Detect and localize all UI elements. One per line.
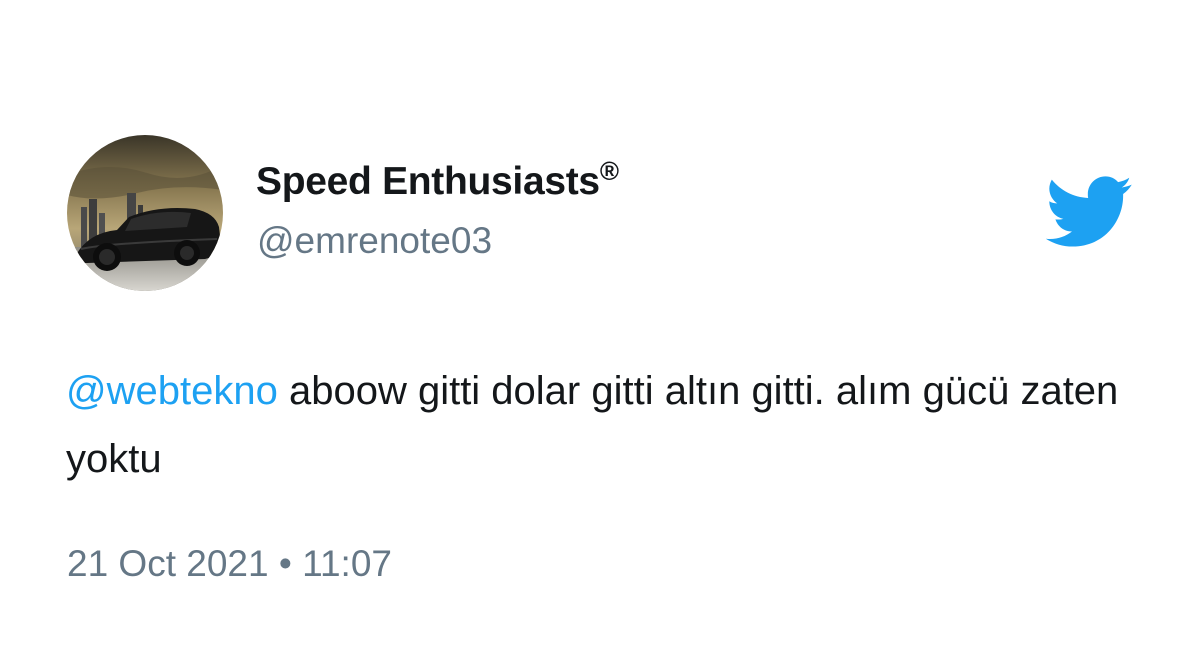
timestamp-separator: • [278,543,292,584]
twitter-bird-icon [1046,176,1134,248]
tweet-time: 11:07 [302,543,392,584]
mention-link[interactable]: @webtekno [66,369,278,413]
display-name-text: Speed Enthusiasts [256,160,600,203]
tweet-date: 21 Oct 2021 [67,543,269,584]
author-display-name[interactable]: Speed Enthusiasts® [256,156,619,204]
registered-mark: ® [599,156,619,186]
avatar[interactable] [67,135,223,291]
tweet-card: Speed Enthusiasts® @emrenote03 @webtekno… [0,0,1200,652]
tweet-text: @webtekno aboow gitti dolar gitti altın … [66,357,1146,493]
tweet-timestamp[interactable]: 21 Oct 2021 • 11:07 [67,543,392,585]
avatar-image [67,135,223,291]
author-handle[interactable]: @emrenote03 [257,220,492,262]
